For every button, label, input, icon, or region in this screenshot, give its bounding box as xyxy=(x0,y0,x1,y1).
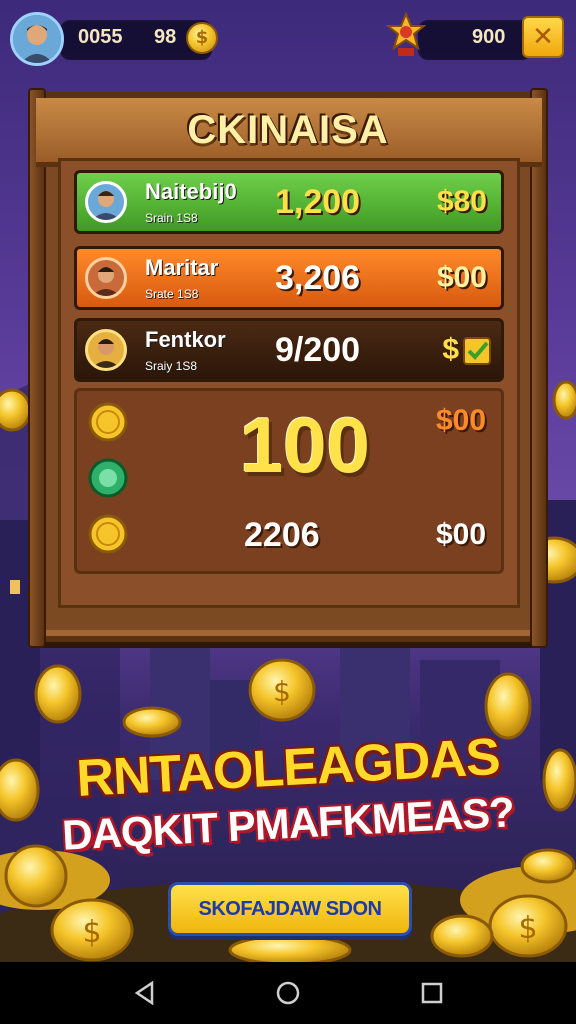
coin-icon xyxy=(430,914,494,958)
row-reward: $00 xyxy=(436,261,487,294)
row-reward: $80 xyxy=(436,185,487,218)
coin-count: 0055 xyxy=(78,26,123,48)
recents-square-icon[interactable] xyxy=(419,980,445,1006)
row-score: 1,200 xyxy=(275,183,361,221)
row-player-status: Srate 1S8 xyxy=(145,287,199,301)
trophy-icon xyxy=(386,12,426,56)
row-avatar xyxy=(85,329,127,371)
back-triangle-icon[interactable] xyxy=(132,980,158,1006)
board-title: CKINAISA xyxy=(187,108,389,152)
home-circle-icon[interactable] xyxy=(275,980,301,1006)
avatar-portrait-icon xyxy=(13,15,61,63)
row-avatar xyxy=(85,257,127,299)
avatar-portrait-icon xyxy=(92,267,120,296)
total-reward: $00 xyxy=(436,404,487,437)
bonus-score: 2206 xyxy=(244,516,320,554)
coin-icon: $ xyxy=(186,22,218,54)
leaderboard-row[interactable]: Naitebij0 Srain 1S8 1,200 $80 xyxy=(74,170,504,234)
svg-text:$: $ xyxy=(518,911,537,946)
row-player-name: Maritar xyxy=(145,255,219,280)
coin-icon xyxy=(0,388,32,432)
avatar-portrait-icon xyxy=(92,191,120,220)
row-player-status: Srain 1S8 xyxy=(145,211,198,225)
avatar-portrait-icon xyxy=(92,339,120,368)
cta-button[interactable]: SKOFAJDAW SDON xyxy=(168,882,412,936)
leaderboard-row[interactable]: Maritar Srate 1S8 3,206 $00 xyxy=(74,246,504,310)
check-icon xyxy=(463,337,491,365)
top-hud: 0055 98 $ 900 ✕ xyxy=(0,0,576,76)
frame-post-left xyxy=(28,88,46,648)
trophy-count: 900 xyxy=(472,26,506,48)
total-score: 100 xyxy=(239,401,371,489)
coin-icon xyxy=(228,934,352,962)
coin-icon xyxy=(34,664,82,724)
coin-icon xyxy=(520,848,576,884)
row-player-status: Sraiy 1S8 xyxy=(145,359,198,373)
coin-icon: $ xyxy=(50,898,134,962)
coin-icon: $ xyxy=(248,658,316,722)
row-player-name: Naitebij0 xyxy=(145,179,237,204)
gem-count: 98 xyxy=(154,26,177,48)
svg-text:$: $ xyxy=(273,675,291,708)
bonus-reward: $00 xyxy=(436,518,487,551)
gem-coin-icon xyxy=(88,458,128,498)
close-button[interactable]: ✕ xyxy=(522,16,564,58)
system-nav-bar xyxy=(0,962,576,1024)
leaderboard-row[interactable]: Fentkor Sraiy 1S8 9/200 $ xyxy=(74,318,504,382)
row-player-name: Fentkor xyxy=(145,327,226,352)
player-avatar[interactable] xyxy=(10,12,64,66)
svg-text:$: $ xyxy=(82,915,101,950)
coin-icon xyxy=(88,514,128,554)
row-avatar xyxy=(85,181,127,223)
row-reward: $ xyxy=(442,333,459,366)
coin-icon xyxy=(122,706,182,738)
frame-post-right xyxy=(530,88,548,648)
row-score: 9/200 xyxy=(275,331,361,369)
coin-icon xyxy=(552,380,576,420)
coin-icon xyxy=(88,402,128,442)
row-score: 3,206 xyxy=(275,259,361,297)
coin-icon: $ xyxy=(488,894,568,958)
